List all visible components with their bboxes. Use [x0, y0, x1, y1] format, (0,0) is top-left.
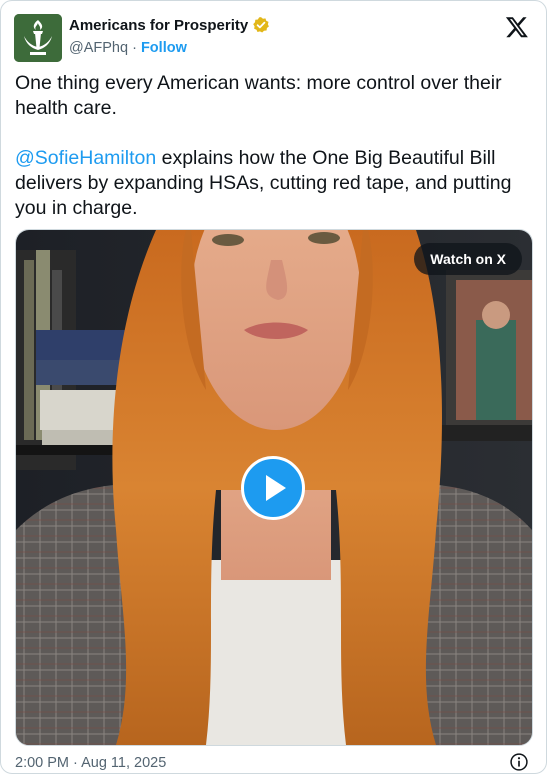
play-button[interactable]: [241, 456, 305, 520]
mention-link[interactable]: @SofieHamilton: [15, 147, 156, 169]
watch-on-x-button[interactable]: Watch on X: [414, 243, 522, 275]
author-avatar[interactable]: [14, 14, 62, 62]
video-media[interactable]: Watch on X: [15, 229, 533, 746]
author-display-name[interactable]: Americans for Prosperity: [69, 17, 248, 34]
info-icon[interactable]: [509, 752, 529, 772]
gold-verified-badge-icon[interactable]: [252, 16, 270, 34]
tweet-text: One thing every American wants: more con…: [15, 71, 535, 221]
tweet-card[interactable]: Americans for Prosperity @AFPhq · Follow…: [0, 0, 547, 774]
author-name-row: Americans for Prosperity: [69, 16, 270, 34]
author-handle[interactable]: @AFPhq: [69, 40, 128, 56]
tweet-paragraph-1: One thing every American wants: more con…: [15, 72, 502, 119]
tweet-paragraph-2: @SofieHamilton explains how the One Big …: [15, 146, 535, 221]
play-icon: [266, 475, 286, 501]
torch-logo-icon: [14, 14, 62, 62]
author-handle-row: @AFPhq · Follow: [69, 40, 187, 56]
x-logo-icon[interactable]: [505, 15, 529, 39]
follow-link[interactable]: Follow: [141, 40, 187, 56]
tweet-timestamp[interactable]: 2:00 PM · Aug 11, 2025: [15, 755, 166, 771]
handle-separator: ·: [128, 40, 141, 56]
